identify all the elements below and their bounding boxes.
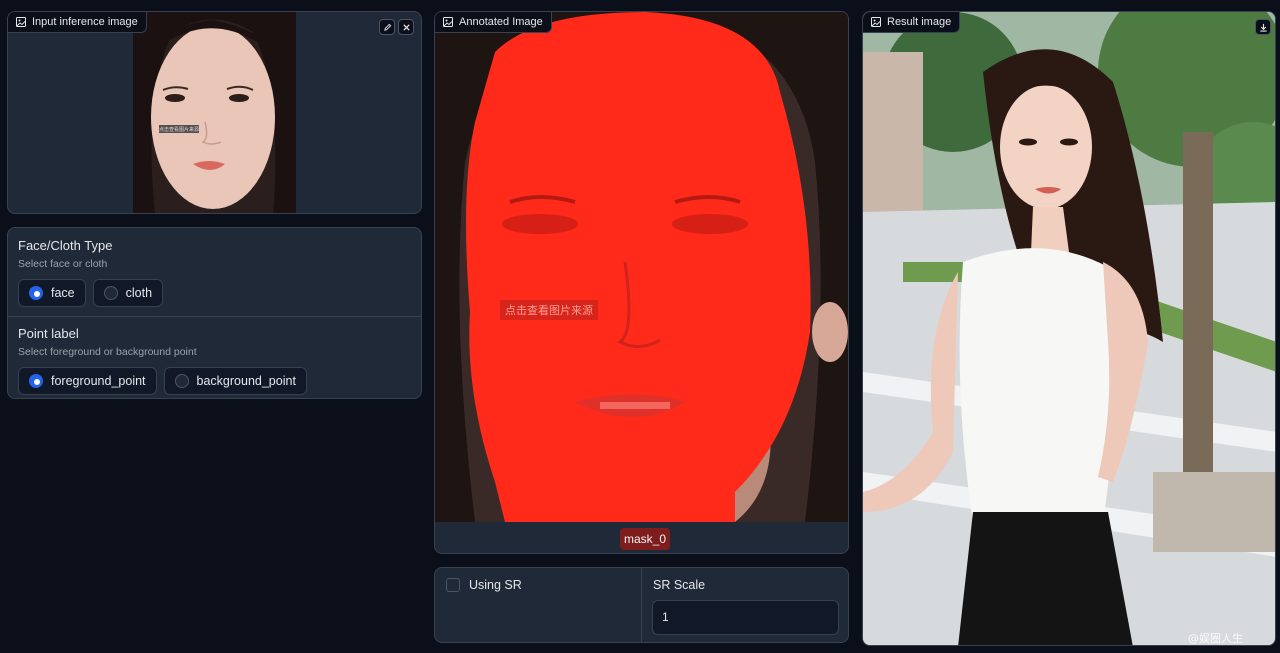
input-face-image[interactable]: 点击查看图片来源: [133, 12, 296, 214]
radio-cloth[interactable]: cloth: [92, 279, 164, 307]
input-watermark-text: 点击查看图片来源: [159, 126, 199, 133]
radio-foreground-point[interactable]: foreground_point: [18, 367, 157, 395]
input-image-label-text: Input inference image: [32, 16, 138, 28]
edit-button[interactable]: [379, 19, 395, 35]
radio-background-label: background_point: [196, 374, 296, 388]
pencil-icon: [383, 23, 391, 31]
result-watermark-text: @娱圈人生: [1188, 631, 1243, 645]
result-image-label-text: Result image: [887, 16, 952, 28]
download-button[interactable]: [1255, 19, 1271, 35]
radio-dot: [174, 374, 189, 388]
type-group-title: Face/Cloth Type: [18, 238, 113, 253]
sr-scale-value: 1: [662, 610, 669, 624]
using-sr-label: Using SR: [469, 578, 522, 592]
mask-chip-label: mask_0: [624, 532, 667, 546]
annotated-image-label: Annotated Image: [435, 12, 552, 33]
checkbox-box[interactable]: [446, 578, 460, 592]
radio-cloth-label: cloth: [125, 286, 153, 300]
point-group-title: Point label: [18, 326, 79, 341]
radio-dot: [103, 286, 118, 300]
radio-background-point[interactable]: background_point: [163, 367, 307, 395]
radio-face[interactable]: face: [18, 279, 86, 307]
result-image-label: Result image: [863, 12, 961, 33]
sr-divider: [641, 568, 642, 642]
type-group-subtitle: Select face or cloth: [18, 258, 108, 270]
sr-scale-input[interactable]: 1: [652, 600, 839, 635]
annotated-image-panel: Annotated Image 点击查看图片来源 mask_0: [434, 11, 849, 554]
using-sr-checkbox[interactable]: Using SR: [446, 578, 522, 592]
annotated-watermark-text: 点击查看图片来源: [505, 303, 593, 317]
input-image-panel[interactable]: Input inference image 点击查看图片来源: [7, 11, 422, 214]
type-group: Face/Cloth Type Select face or cloth fac…: [18, 238, 411, 307]
close-icon: [402, 23, 410, 31]
sr-panel: Using SR SR Scale 1: [434, 567, 849, 643]
radio-face-label: face: [51, 286, 75, 300]
result-image-panel: Result image @娱圈人生: [862, 11, 1276, 646]
radio-dot-selected: [29, 374, 43, 388]
mask-chip[interactable]: mask_0: [620, 528, 671, 550]
divider: [8, 316, 421, 317]
annotated-image-label-text: Annotated Image: [459, 16, 543, 28]
point-group-subtitle: Select foreground or background point: [18, 346, 197, 358]
clear-button[interactable]: [398, 19, 414, 35]
radio-foreground-label: foreground_point: [51, 374, 146, 388]
image-icon: [871, 17, 881, 27]
controls-panel: Face/Cloth Type Select face or cloth fac…: [7, 227, 422, 399]
sr-scale-title: SR Scale: [653, 578, 706, 592]
image-icon: [443, 17, 453, 27]
download-icon: [1259, 23, 1267, 32]
radio-dot-selected: [29, 286, 43, 300]
input-image-label: Input inference image: [8, 12, 147, 33]
annotated-image[interactable]: 点击查看图片来源: [435, 12, 849, 522]
result-image[interactable]: @娱圈人生: [863, 12, 1276, 646]
point-group: Point label Select foreground or backgro…: [18, 326, 411, 395]
image-icon: [16, 17, 26, 27]
